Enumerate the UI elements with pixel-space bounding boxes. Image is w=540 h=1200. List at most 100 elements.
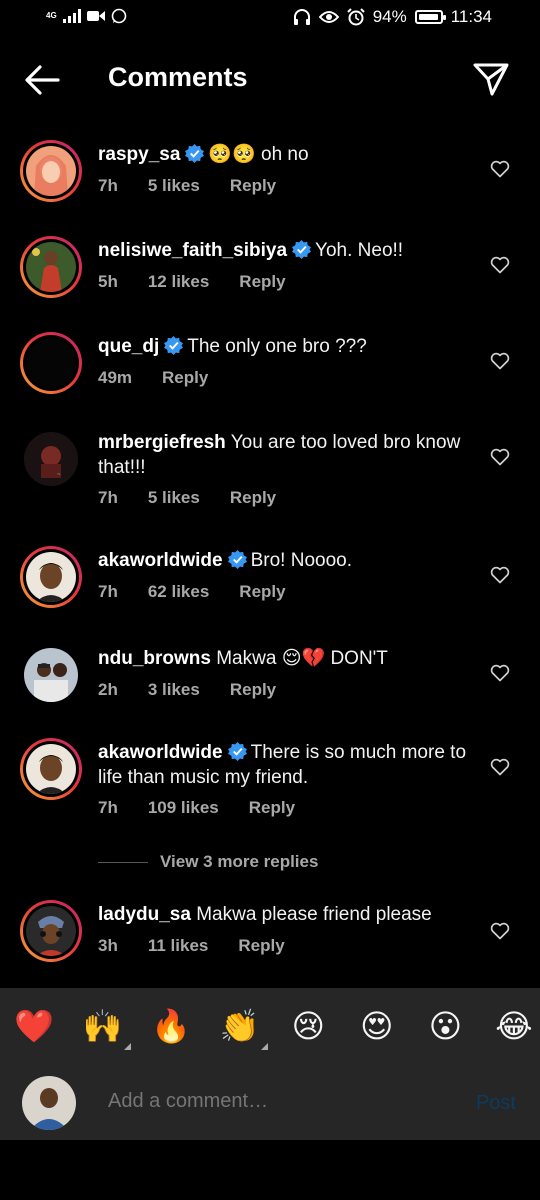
comment-username[interactable]: ndu_browns bbox=[98, 648, 211, 669]
comment-likes[interactable]: 62 likes bbox=[148, 582, 209, 602]
comment-likes[interactable]: 12 likes bbox=[148, 272, 209, 292]
reply-button[interactable]: Reply bbox=[230, 176, 276, 196]
emoji-fire-button[interactable]: 🔥 bbox=[151, 1006, 191, 1046]
comment-item: que_dj The only one bro ??? 49m Reply bbox=[0, 312, 540, 408]
comment-time: 2h bbox=[98, 680, 118, 699]
comment-input[interactable] bbox=[108, 1090, 428, 1113]
comment-body: Makwa please friend please bbox=[196, 904, 432, 925]
svg-text:~: ~ bbox=[57, 472, 61, 478]
status-bar: 4G 94% 11:34 bbox=[0, 0, 540, 36]
comment-body: Makwa 😌💔 DON'T bbox=[216, 648, 388, 669]
comment-item: ladydu_sa Makwa please friend please 3h … bbox=[0, 886, 540, 986]
avatar[interactable] bbox=[20, 140, 82, 202]
page-title: Comments bbox=[108, 62, 248, 92]
comment-time: 7h bbox=[98, 488, 118, 507]
comment-input-row: Post bbox=[0, 1074, 540, 1134]
comment-meta: 2h 3 likes Reply bbox=[98, 680, 306, 700]
comment-body: Yoh. Neo!! bbox=[315, 240, 404, 261]
heart-icon[interactable] bbox=[490, 566, 510, 584]
heart-icon[interactable] bbox=[490, 352, 510, 370]
composer: ❤️ 🙌 🔥 👏 😢 😍 😮 😂 Post bbox=[0, 988, 540, 1140]
comment-time: 7h bbox=[98, 798, 118, 817]
view-more-label: View 3 more replies bbox=[160, 852, 319, 871]
comment-meta: 7h 5 likes Reply bbox=[98, 176, 306, 196]
heart-icon[interactable] bbox=[490, 256, 510, 274]
comment-text: ndu_browns Makwa 😌💔 DON'T bbox=[98, 646, 468, 671]
comment-meta: 49m Reply bbox=[98, 368, 238, 388]
skin-tone-indicator bbox=[123, 1043, 131, 1050]
avatar[interactable] bbox=[20, 332, 82, 394]
comment-text: que_dj The only one bro ??? bbox=[98, 334, 468, 359]
comment-item: akaworldwide There is so much more to lif… bbox=[0, 720, 540, 840]
avatar[interactable] bbox=[20, 546, 82, 608]
battery-percent: 94% bbox=[372, 7, 407, 26]
heart-icon[interactable] bbox=[490, 922, 510, 940]
emoji-surprised-button[interactable]: 😮 bbox=[425, 1006, 465, 1046]
comment-username[interactable]: akaworldwide bbox=[98, 742, 223, 763]
emoji-crying-button[interactable]: 😢 bbox=[288, 1006, 328, 1046]
comment-likes[interactable]: 5 likes bbox=[148, 488, 200, 508]
comment-username[interactable]: akaworldwide bbox=[98, 550, 223, 571]
heart-icon[interactable] bbox=[490, 448, 510, 466]
reply-button[interactable]: Reply bbox=[230, 488, 276, 508]
avatar[interactable] bbox=[20, 644, 82, 706]
avatar[interactable] bbox=[20, 738, 82, 800]
skin-tone-indicator bbox=[260, 1043, 268, 1050]
verified-badge-icon bbox=[185, 144, 205, 163]
reply-button[interactable]: Reply bbox=[239, 272, 285, 292]
comment-text: akaworldwide There is so much more to lif… bbox=[98, 740, 468, 790]
heart-icon[interactable] bbox=[490, 758, 510, 776]
back-arrow-icon[interactable] bbox=[22, 62, 62, 98]
headphones-icon bbox=[293, 9, 310, 25]
verified-badge-icon bbox=[164, 336, 184, 355]
reply-button[interactable]: Reply bbox=[230, 680, 276, 700]
emoji-heart-eyes-button[interactable]: 😍 bbox=[357, 1006, 397, 1046]
emoji-heart-button[interactable]: ❤️ bbox=[14, 1006, 54, 1046]
whatsapp-icon bbox=[111, 8, 126, 24]
emoji-raised-hands-button[interactable]: 🙌 bbox=[83, 1006, 131, 1050]
comment-item: raspy_sa 🥺🥺 oh no 7h 5 likes Reply bbox=[0, 120, 540, 216]
verified-badge-icon bbox=[292, 240, 312, 259]
post-button[interactable]: Post bbox=[476, 1092, 516, 1115]
network-type: 4G bbox=[46, 11, 57, 20]
reply-button[interactable]: Reply bbox=[162, 368, 208, 388]
avatar[interactable]: ~ bbox=[20, 428, 82, 490]
status-right: 94% 11:34 bbox=[293, 7, 492, 27]
comment-text: raspy_sa 🥺🥺 oh no bbox=[98, 142, 468, 167]
comment-meta: 5h 12 likes Reply bbox=[98, 272, 316, 292]
reply-button[interactable]: Reply bbox=[238, 936, 284, 956]
comment-body: The only one bro ??? bbox=[187, 336, 367, 357]
comment-username[interactable]: ladydu_sa bbox=[98, 904, 191, 925]
comment-text: akaworldwide Bro! Noooo. bbox=[98, 548, 468, 573]
comment-username[interactable]: nelisiwe_faith_sibiya bbox=[98, 240, 287, 261]
reply-button[interactable]: Reply bbox=[249, 798, 295, 818]
verified-badge-icon bbox=[227, 742, 247, 761]
comment-item: nelisiwe_faith_sibiya Yoh. Neo!! 5h 12 li… bbox=[0, 216, 540, 312]
comment-username[interactable]: que_dj bbox=[98, 336, 159, 357]
comment-meta: 7h 62 likes Reply bbox=[98, 582, 316, 602]
comment-likes[interactable]: 5 likes bbox=[148, 176, 200, 196]
view-more-replies-button[interactable]: View 3 more replies bbox=[98, 852, 318, 872]
comment-time: 5h bbox=[98, 272, 118, 291]
comment-item: ~ mrbergiefresh You are too loved bro kn… bbox=[0, 408, 540, 528]
avatar[interactable] bbox=[20, 900, 82, 962]
heart-icon[interactable] bbox=[490, 664, 510, 682]
comment-likes[interactable]: 109 likes bbox=[148, 798, 219, 818]
header: Comments bbox=[0, 50, 540, 110]
emoji-clap-button[interactable]: 👏 bbox=[220, 1006, 268, 1050]
comment-text: nelisiwe_faith_sibiya Yoh. Neo!! bbox=[98, 238, 468, 263]
comment-username[interactable]: raspy_sa bbox=[98, 144, 180, 165]
comment-meta: 3h 11 likes Reply bbox=[98, 936, 315, 956]
send-icon[interactable] bbox=[472, 60, 510, 98]
reply-button[interactable]: Reply bbox=[239, 582, 285, 602]
comment-username[interactable]: mrbergiefresh bbox=[98, 432, 226, 453]
comment-time: 7h bbox=[98, 582, 118, 601]
comment-item: ndu_browns Makwa 😌💔 DON'T 2h 3 likes Rep… bbox=[0, 624, 540, 720]
emoji-laughing-button[interactable]: 😂 bbox=[494, 1006, 534, 1046]
comment-meta: 7h 5 likes Reply bbox=[98, 488, 306, 508]
comment-likes[interactable]: 3 likes bbox=[148, 680, 200, 700]
heart-icon[interactable] bbox=[490, 160, 510, 178]
eye-icon bbox=[318, 11, 339, 23]
avatar[interactable] bbox=[20, 236, 82, 298]
comment-likes[interactable]: 11 likes bbox=[148, 936, 209, 956]
